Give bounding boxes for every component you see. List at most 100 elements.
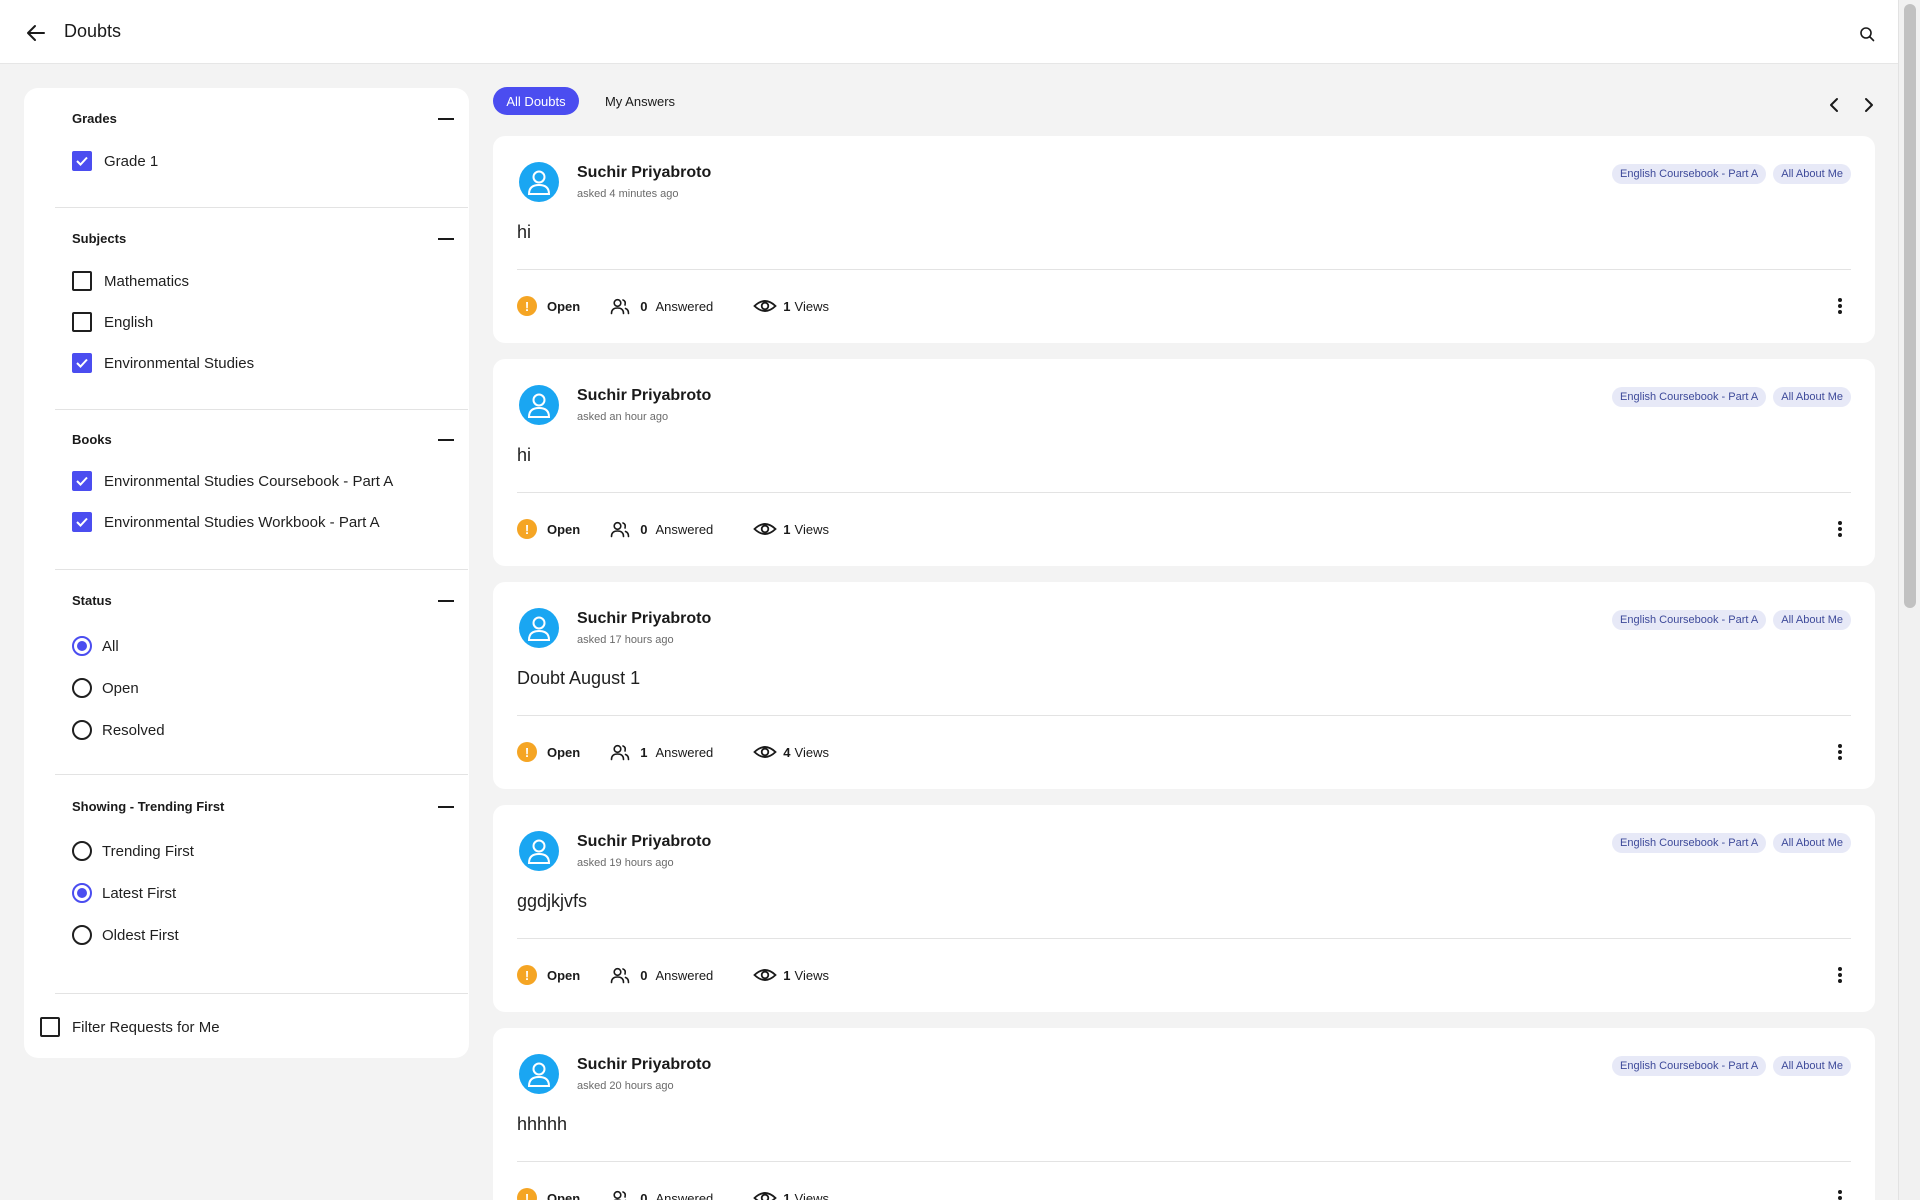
grade-1-checkbox[interactable]: Grade 1 bbox=[72, 150, 158, 172]
scrollbar-thumb[interactable] bbox=[1904, 4, 1916, 608]
chapter-tag[interactable]: All About Me bbox=[1773, 833, 1851, 853]
answered-label: Answered bbox=[655, 521, 714, 537]
next-page-button[interactable] bbox=[1858, 92, 1880, 118]
subject-environmental-studies-label: Environmental Studies bbox=[104, 354, 255, 372]
doubt-card[interactable]: Suchir Priyabroto asked 4 minutes ago En… bbox=[493, 136, 1875, 343]
back-button[interactable] bbox=[22, 20, 50, 46]
tag-list: English Coursebook - Part A All About Me bbox=[1612, 164, 1851, 184]
checkbox-box[interactable] bbox=[72, 312, 92, 332]
collapse-subjects-button[interactable] bbox=[438, 238, 454, 240]
doubt-card[interactable]: Suchir Priyabroto asked 20 hours ago Eng… bbox=[493, 1028, 1875, 1200]
book-tag[interactable]: English Coursebook - Part A bbox=[1612, 387, 1767, 407]
views-count: 1 bbox=[783, 1190, 791, 1200]
checkbox-box[interactable] bbox=[72, 512, 92, 532]
more-options-button[interactable] bbox=[1831, 295, 1849, 317]
chapter-tag[interactable]: All About Me bbox=[1773, 610, 1851, 630]
answered-count: 0 bbox=[640, 1190, 648, 1200]
grades-title: Grades bbox=[72, 111, 117, 126]
chapter-tag[interactable]: All About Me bbox=[1773, 387, 1851, 407]
radio-circle[interactable] bbox=[72, 678, 92, 698]
eye-icon bbox=[753, 520, 778, 538]
doubt-card[interactable]: Suchir Priyabroto asked 19 hours ago Eng… bbox=[493, 805, 1875, 1012]
card-divider bbox=[517, 938, 1851, 939]
kebab-icon bbox=[1838, 967, 1842, 983]
status-open-radio[interactable]: Open bbox=[72, 677, 139, 699]
status-resolved-label: Resolved bbox=[102, 721, 165, 739]
book-tag[interactable]: English Coursebook - Part A bbox=[1612, 833, 1767, 853]
chapter-tag[interactable]: All About Me bbox=[1773, 164, 1851, 184]
subjects-title: Subjects bbox=[72, 231, 127, 246]
subject-mathematics-label: Mathematics bbox=[104, 272, 190, 290]
sort-oldest-first-radio[interactable]: Oldest First bbox=[72, 924, 179, 946]
checkbox-box[interactable] bbox=[72, 151, 92, 171]
book-tag[interactable]: English Coursebook - Part A bbox=[1612, 610, 1767, 630]
tag-list: English Coursebook - Part A All About Me bbox=[1612, 610, 1851, 630]
sort-trending-first-radio[interactable]: Trending First bbox=[72, 840, 194, 862]
book-workbook-label: Environmental Studies Workbook - Part A bbox=[104, 513, 380, 531]
radio-circle[interactable] bbox=[72, 720, 92, 740]
status-title: Status bbox=[72, 593, 112, 608]
checkbox-box[interactable] bbox=[72, 271, 92, 291]
book-coursebook-checkbox[interactable]: Environmental Studies Coursebook - Part … bbox=[72, 470, 393, 492]
user-avatar-icon bbox=[519, 608, 559, 648]
search-button[interactable] bbox=[1855, 22, 1879, 46]
radio-circle[interactable] bbox=[72, 883, 92, 903]
doubt-stats: ! Open 0 Answered 1 Views bbox=[517, 1187, 829, 1200]
kebab-icon bbox=[1838, 298, 1842, 314]
answered-count: 0 bbox=[640, 521, 648, 537]
users-icon bbox=[610, 297, 630, 315]
status-resolved-radio[interactable]: Resolved bbox=[72, 719, 165, 741]
page-scrollbar[interactable] bbox=[1898, 0, 1920, 1200]
chevron-right-icon bbox=[1865, 98, 1873, 112]
views-label: Views bbox=[794, 298, 829, 314]
user-avatar-icon bbox=[519, 162, 559, 202]
collapse-status-button[interactable] bbox=[438, 600, 454, 602]
author-name: Suchir Priyabroto bbox=[577, 1056, 712, 1073]
book-tag[interactable]: English Coursebook - Part A bbox=[1612, 1056, 1767, 1076]
radio-circle[interactable] bbox=[72, 636, 92, 656]
books-title: Books bbox=[72, 432, 112, 447]
more-options-button[interactable] bbox=[1831, 1187, 1849, 1200]
views-label: Views bbox=[794, 744, 829, 760]
previous-page-button[interactable] bbox=[1823, 92, 1845, 118]
status-label: Open bbox=[547, 298, 581, 314]
collapse-books-button[interactable] bbox=[438, 439, 454, 441]
collapse-sort-button[interactable] bbox=[438, 806, 454, 808]
checkbox-box[interactable] bbox=[72, 471, 92, 491]
checkbox-box[interactable] bbox=[72, 353, 92, 373]
tab-all-doubts[interactable]: All Doubts bbox=[493, 87, 579, 115]
check-icon bbox=[76, 517, 88, 527]
checkbox-box[interactable] bbox=[40, 1017, 60, 1037]
doubt-card[interactable]: Suchir Priyabroto asked an hour ago Engl… bbox=[493, 359, 1875, 566]
search-icon bbox=[1860, 27, 1875, 42]
answered-label: Answered bbox=[655, 298, 714, 314]
user-avatar-icon bbox=[519, 385, 559, 425]
radio-circle[interactable] bbox=[72, 925, 92, 945]
doubt-stats: ! Open 0 Answered 1 Views bbox=[517, 518, 829, 540]
exclamation-icon: ! bbox=[517, 519, 537, 539]
doubt-stats: ! Open 1 Answered 4 Views bbox=[517, 741, 829, 763]
views-count: 1 bbox=[783, 967, 791, 983]
more-options-button[interactable] bbox=[1831, 741, 1849, 763]
collapse-grades-button[interactable] bbox=[438, 118, 454, 120]
status-all-radio[interactable]: All bbox=[72, 635, 119, 657]
chapter-tag[interactable]: All About Me bbox=[1773, 1056, 1851, 1076]
book-workbook-checkbox[interactable]: Environmental Studies Workbook - Part A bbox=[72, 511, 380, 533]
subject-english-checkbox[interactable]: English bbox=[72, 311, 153, 333]
more-options-button[interactable] bbox=[1831, 964, 1849, 986]
views-count: 1 bbox=[783, 298, 791, 314]
radio-circle[interactable] bbox=[72, 841, 92, 861]
status-label: Open bbox=[547, 744, 581, 760]
kebab-icon bbox=[1838, 521, 1842, 537]
subject-mathematics-checkbox[interactable]: Mathematics bbox=[72, 270, 189, 292]
book-tag[interactable]: English Coursebook - Part A bbox=[1612, 164, 1767, 184]
radio-dot bbox=[77, 641, 87, 651]
asked-time: asked an hour ago bbox=[577, 411, 669, 423]
doubt-stats: ! Open 0 Answered 1 Views bbox=[517, 964, 829, 986]
sort-latest-first-radio[interactable]: Latest First bbox=[72, 882, 176, 904]
subject-environmental-studies-checkbox[interactable]: Environmental Studies bbox=[72, 352, 254, 374]
doubt-card[interactable]: Suchir Priyabroto asked 17 hours ago Eng… bbox=[493, 582, 1875, 789]
filter-requests-checkbox[interactable]: Filter Requests for Me bbox=[40, 1016, 220, 1038]
more-options-button[interactable] bbox=[1831, 518, 1849, 540]
tab-my-answers[interactable]: My Answers bbox=[598, 87, 682, 115]
